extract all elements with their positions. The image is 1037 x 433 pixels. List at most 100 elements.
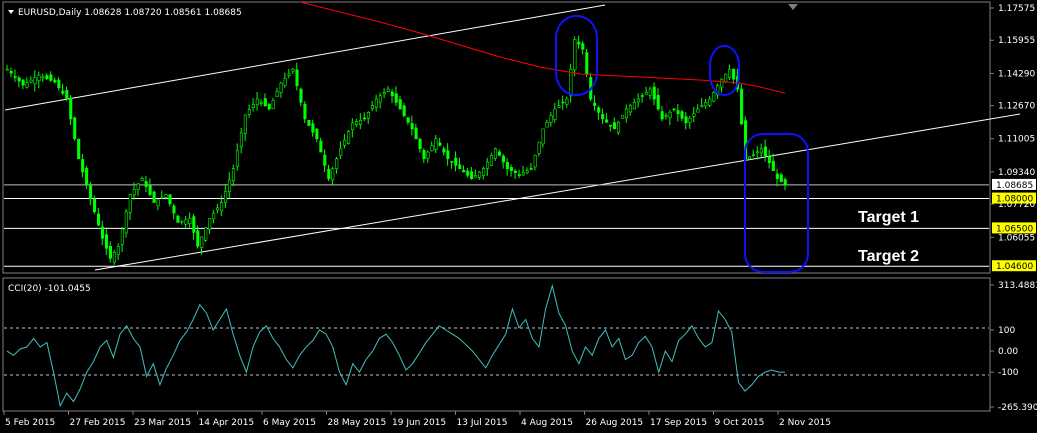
y-tick-label: 1.06055 [998,233,1035,243]
candle-body [128,194,132,213]
candle-body [565,98,569,105]
candle-body [53,79,57,83]
candle-body [390,91,394,97]
candles [5,35,787,265]
dropdown-arrow-icon[interactable] [8,10,14,14]
candle-body [152,191,156,203]
candle-body [414,127,418,140]
chart-shift-marker-icon[interactable] [788,4,798,10]
candle-body [200,236,204,248]
candle-body [29,79,33,83]
x-axis-labels: 5 Feb 2015 27 Feb 2015 23 Mar 2015 14 Apr 2… [3,411,831,428]
candle-body [319,140,323,153]
candle-body [124,211,128,234]
candle-body [708,98,712,106]
candle-body [303,104,307,120]
candle-body [660,111,664,120]
candle-body [624,108,629,119]
candle-body [112,251,116,263]
candle-body [144,181,148,187]
candle-body [164,194,168,198]
candle-body [740,88,744,125]
y-tick-label: 1.17575 [998,4,1035,14]
candle-body [73,117,77,140]
cci-label: CCI(20) -101.0455 [8,284,91,294]
candle-body [227,179,232,192]
candle-body [474,175,478,178]
candle-body [57,79,61,89]
y-tick-label: 1.14290 [998,69,1035,79]
candle-body [362,117,367,120]
candle-body [339,148,343,156]
channel-lower-line [94,113,1021,271]
cci-tick-label: -265.3903 [998,403,1037,413]
x-tick-label: 4 Aug 2015 [521,418,573,428]
candle-body [720,78,724,88]
candle-body [299,88,303,103]
candle-body [188,218,192,224]
candle-body [323,154,327,166]
y-tick-label: 1.12670 [998,102,1035,112]
candle-body [755,151,760,154]
candle-body [355,121,359,126]
candle-body [668,112,672,118]
candle-body [501,155,505,163]
candle-body [529,168,533,170]
candle-body [680,111,684,119]
candle-body [231,168,236,181]
candle-body [251,104,255,108]
candle-body [77,138,81,160]
candle-body [732,68,736,80]
y-tick-label: 1.15955 [998,36,1035,46]
candle-body [517,174,521,176]
candle-body [235,150,240,167]
candle-body [331,168,335,181]
candle-body [100,226,105,239]
candle-body [489,155,494,166]
candle-body [636,98,640,103]
candle-body [620,115,625,119]
candle-body [148,185,152,195]
candle-body [374,98,378,108]
channel-upper-line [4,4,606,111]
level-price-label: 1.06500 [996,224,1033,234]
candle-body [382,92,386,95]
candle-body [609,124,613,127]
candle-body [751,154,756,157]
candle-body [208,218,212,230]
x-tick-label: 2 Nov 2015 [779,418,831,428]
candle-body [370,105,374,109]
candle-body [120,228,124,245]
candle-body [759,148,763,154]
candle-body [672,108,676,111]
candle-body [9,70,13,74]
candle-body [541,128,545,145]
candle-body [192,216,196,233]
candle-body [513,170,517,173]
candle-body [664,115,668,117]
candle-body [271,100,275,110]
candle-body [478,171,482,178]
indicator-panel-frame [2,277,991,412]
candle-body [263,98,267,106]
candle-body [41,76,45,79]
candle-body [426,151,430,159]
candle-body [220,202,224,212]
candle-body [410,123,414,130]
candle-body [628,105,632,113]
candle-body [239,132,243,148]
candle-body [581,43,585,50]
candle-body [89,185,93,199]
y-tick-label: 1.11005 [998,135,1035,145]
candle-body [81,159,85,173]
candle-body [224,190,228,203]
x-tick-label: 5 Feb 2015 [5,418,55,428]
candle-body [648,88,652,96]
candle-body [351,122,355,131]
candle-body [652,86,656,100]
candle-body [180,220,184,223]
candle-body [632,102,636,110]
candle-body [533,155,537,168]
candle-body [418,138,422,150]
x-tick-label: 9 Oct 2015 [715,418,765,428]
